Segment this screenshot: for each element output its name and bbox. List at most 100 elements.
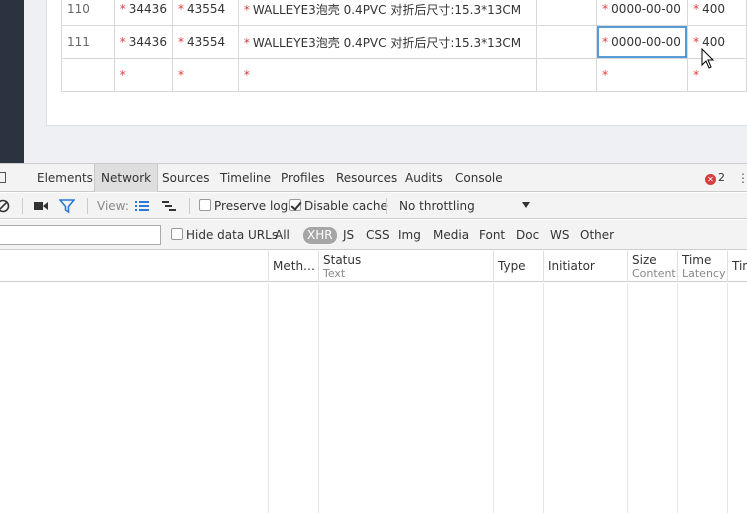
filter-input[interactable] (0, 225, 161, 245)
filter-xhr[interactable]: XHR (303, 227, 337, 244)
filter-icon[interactable] (59, 197, 75, 215)
selected-date-cell[interactable]: * 0000-00-00 (596, 25, 689, 59)
column-method[interactable]: Meth… (268, 251, 318, 282)
left-sidebar (0, 0, 24, 163)
close-icon[interactable]: ⋮ (737, 171, 747, 185)
column-time[interactable]: Time Latency (677, 251, 727, 282)
cell-value: WALLEYE3泡壳 0.4PVC 对折后尺寸:15.3*13CM (252, 35, 522, 50)
column-divider (677, 283, 678, 513)
table-row: 110 * 34436 * 43554 * WALLEYE3泡壳 0.4PVC 对折后… (61, 0, 747, 26)
dock-icon[interactable] (0, 172, 6, 183)
column-size[interactable]: Size Content (627, 251, 677, 282)
required-mark: * (693, 2, 700, 16)
cell-value: 43554 (186, 35, 226, 49)
network-request-list (0, 283, 747, 513)
throttling-select[interactable]: No throttling (399, 193, 475, 219)
tab-audits[interactable]: Audits (399, 164, 449, 192)
required-mark: * (119, 68, 126, 82)
column-label: Initiator (548, 259, 595, 273)
grid-cell[interactable]: * (237, 58, 537, 92)
filter-css[interactable]: CSS (362, 227, 394, 244)
required-mark: * (243, 68, 250, 82)
filter-doc[interactable]: Doc (512, 227, 543, 244)
grid-cell[interactable]: * (687, 58, 747, 92)
clear-icon[interactable] (0, 197, 12, 215)
filter-img[interactable]: Img (394, 227, 425, 244)
grid-cell[interactable] (535, 0, 598, 26)
column-divider (493, 283, 494, 513)
disable-cache-checkbox[interactable] (289, 199, 301, 211)
grid-cell[interactable]: * 400 (687, 25, 747, 59)
preserve-log-label[interactable]: Preserve log (214, 193, 288, 219)
required-mark: * (119, 2, 126, 16)
grid-cell[interactable]: * 34436 (113, 0, 173, 26)
column-divider (727, 283, 728, 513)
filter-all[interactable]: All (271, 227, 294, 244)
required-mark: * (602, 35, 609, 49)
column-sublabel: Text (323, 267, 346, 280)
filter-other[interactable]: Other (576, 227, 618, 244)
column-label: Status (323, 253, 362, 267)
disable-cache-label[interactable]: Disable cache (304, 193, 388, 219)
filter-js[interactable]: JS (339, 227, 358, 244)
required-mark: * (693, 68, 700, 82)
cell-value: 0000-00-00 (611, 35, 681, 49)
tab-sources[interactable]: Sources (156, 164, 215, 192)
grid-cell[interactable] (535, 25, 598, 59)
waterfall-view-icon[interactable] (161, 197, 177, 215)
column-timeline[interactable]: Tin (727, 251, 747, 282)
chevron-down-icon[interactable] (522, 202, 530, 208)
toolbar-separator (189, 198, 190, 214)
preserve-log-checkbox[interactable] (199, 199, 211, 211)
mouse-cursor-icon (701, 48, 715, 69)
tab-console[interactable]: Console (449, 164, 509, 192)
fill-handle[interactable] (685, 56, 687, 58)
order-grid: 110 * 34436 * 43554 * WALLEYE3泡壳 0.4PVC 对折后… (61, 0, 747, 92)
column-sublabel: Content (632, 267, 676, 280)
error-count: 2 (718, 171, 725, 184)
grid-cell[interactable]: * WALLEYE3泡壳 0.4PVC 对折后尺寸:15.3*13CM (237, 0, 537, 26)
grid-cell[interactable]: * 43554 (171, 25, 239, 59)
required-mark: * (177, 35, 184, 49)
grid-cell[interactable]: * WALLEYE3泡壳 0.4PVC 对折后尺寸:15.3*13CM (237, 25, 537, 59)
tab-network[interactable]: Network (94, 164, 159, 192)
column-type[interactable]: Type (493, 251, 543, 282)
filter-font[interactable]: Font (475, 227, 509, 244)
cell-value: 400 (702, 2, 726, 16)
table-row: * * * * * (61, 58, 747, 92)
tab-profiles[interactable]: Profiles (275, 164, 331, 192)
grid-cell[interactable]: * 34436 (113, 25, 173, 59)
grid-cell[interactable]: * 0000-00-00 (596, 0, 689, 26)
list-view-icon[interactable] (134, 197, 150, 215)
filter-ws[interactable]: WS (546, 227, 573, 244)
cell-value: 34436 (128, 2, 167, 16)
grid-cell[interactable]: * (596, 58, 689, 92)
error-icon: ✕ (705, 174, 716, 185)
grid-cell[interactable]: * (113, 58, 173, 92)
column-name[interactable] (0, 251, 268, 282)
tab-elements[interactable]: Elements (31, 164, 99, 192)
required-mark: * (243, 35, 250, 50)
column-initiator[interactable]: Initiator (543, 251, 627, 282)
required-mark: * (177, 68, 184, 82)
record-icon[interactable] (33, 197, 49, 215)
error-counter[interactable]: ✕ 2 (705, 171, 725, 185)
row-number-cell: 110 (61, 0, 115, 26)
required-mark: * (693, 35, 700, 49)
view-label: View: (97, 199, 129, 213)
hide-data-urls-checkbox[interactable] (171, 228, 183, 240)
column-status[interactable]: Status Text (318, 251, 493, 282)
grid-cell[interactable] (535, 58, 598, 92)
filter-media[interactable]: Media (429, 227, 473, 244)
row-number-cell (61, 58, 115, 92)
grid-cell[interactable]: * 400 (687, 0, 747, 26)
tab-resources[interactable]: Resources (330, 164, 403, 192)
devtools-tabbar: Elements Network Sources Timeline Profil… (0, 164, 747, 192)
tab-timeline[interactable]: Timeline (214, 164, 277, 192)
hide-data-urls-label[interactable]: Hide data URLs (186, 220, 278, 250)
table-row: 111 * 34436 * 43554 * WALLEYE3泡壳 0.4PVC 对折后… (61, 25, 747, 59)
row-number-cell: 111 (61, 25, 115, 59)
grid-cell[interactable]: * 43554 (171, 0, 239, 26)
cell-value: 34436 (128, 35, 167, 49)
grid-cell[interactable]: * (171, 58, 239, 92)
